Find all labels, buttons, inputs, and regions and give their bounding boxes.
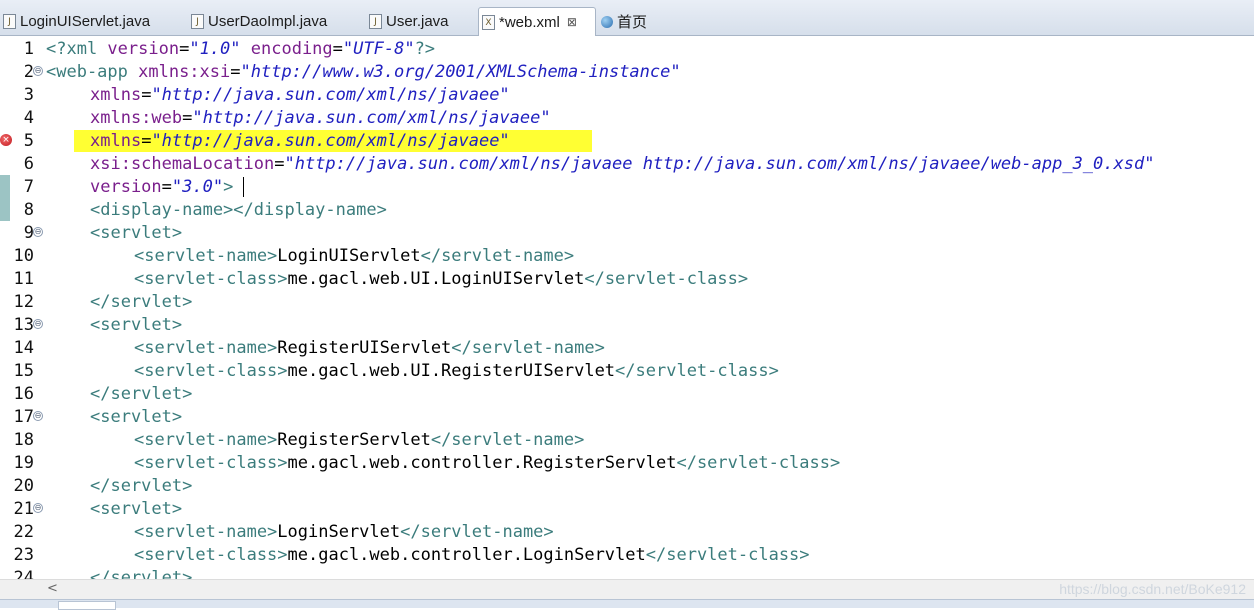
tab-label: UserDaoImpl.java (208, 13, 328, 30)
line-number: 6 (23, 154, 34, 174)
code-line: 19 <servlet-class>me.gacl.web.controller… (0, 452, 1254, 475)
code-text: xmlns="http://java.sun.com/xml/ns/javaee… (90, 131, 510, 151)
code-text: <servlet> (90, 499, 183, 519)
java-file-icon: J (369, 14, 382, 29)
code-line: 10 <servlet-name>LoginUIServlet</servlet… (0, 245, 1254, 268)
line-number: 16 (13, 384, 34, 404)
line-number: 3 (23, 85, 34, 105)
line-number: 23 (13, 545, 34, 565)
globe-icon (601, 15, 613, 28)
bottom-tab[interactable] (58, 601, 116, 610)
tab-userdaoimpl[interactable]: J UserDaoImpl.java (188, 8, 360, 35)
line-number: 22 (13, 522, 34, 542)
editor-tab-bar: J LoginUIServlet.java J UserDaoImpl.java… (0, 0, 1254, 36)
code-line: 8 <display-name></display-name> (0, 199, 1254, 222)
code-text: </servlet> (90, 384, 193, 404)
code-line: 21 ⊖ <servlet> (0, 498, 1254, 521)
code-line: 3 xmlns="http://java.sun.com/xml/ns/java… (0, 84, 1254, 107)
code-line: 16 </servlet> (0, 383, 1254, 406)
code-text: <servlet-name>LoginUIServlet</servlet-na… (134, 246, 575, 266)
code-text: </servlet> (90, 292, 193, 312)
code-text: <servlet-name>LoginServlet</servlet-name… (134, 522, 554, 542)
fold-icon[interactable]: ⊖ (33, 66, 43, 76)
code-text: xmlns="http://java.sun.com/xml/ns/javaee… (90, 85, 510, 105)
code-text: <servlet-name>RegisterServlet</servlet-n… (134, 430, 585, 450)
line-number: 19 (13, 453, 34, 473)
line-number: 9 (23, 223, 34, 243)
line-number: 21 (13, 499, 34, 519)
code-line: 23 <servlet-class>me.gacl.web.controller… (0, 544, 1254, 567)
code-line: 11 <servlet-class>me.gacl.web.UI.LoginUI… (0, 268, 1254, 291)
fold-icon[interactable]: ⊖ (33, 503, 43, 513)
line-number: 24 (13, 568, 34, 579)
line-number: 1 (23, 39, 34, 59)
line-number: 2 (23, 62, 34, 82)
code-text: <servlet-class>me.gacl.web.UI.LoginUISer… (134, 269, 749, 289)
line-number: 8 (23, 200, 34, 220)
code-line: 13 ⊖ <servlet> (0, 314, 1254, 337)
code-line: 24 </servlet> (0, 567, 1254, 579)
xml-editor[interactable]: 1 <?xml version="1.0" encoding="UTF-8"?>… (0, 36, 1254, 579)
line-number: 18 (13, 430, 34, 450)
fold-icon[interactable]: ⊖ (33, 319, 43, 329)
tab-label: User.java (386, 13, 449, 30)
code-text: <servlet> (90, 223, 183, 243)
code-text: <servlet-name>RegisterUIServlet</servlet… (134, 338, 605, 358)
xml-file-icon: X (482, 14, 495, 30)
java-file-icon: J (3, 14, 16, 29)
close-icon[interactable]: ⊠ (567, 15, 577, 29)
line-number: 13 (13, 315, 34, 335)
code-line: 15 <servlet-class>me.gacl.web.UI.Registe… (0, 360, 1254, 383)
tab-user[interactable]: J User.java (366, 8, 478, 35)
line-number: 15 (13, 361, 34, 381)
line-number: 12 (13, 292, 34, 312)
code-line: 22 <servlet-name>LoginServlet</servlet-n… (0, 521, 1254, 544)
code-line-error: × 5 xmlns="http://java.sun.com/xml/ns/ja… (0, 130, 1254, 153)
line-number: 4 (23, 108, 34, 128)
code-line: 14 <servlet-name>RegisterUIServlet</serv… (0, 337, 1254, 360)
code-text: xsi:schemaLocation="http://java.sun.com/… (90, 154, 1155, 174)
line-number: 10 (13, 246, 34, 266)
code-text: <servlet> (90, 407, 183, 427)
code-text: <servlet-class>me.gacl.web.UI.RegisterUI… (134, 361, 779, 381)
code-line: 18 <servlet-name>RegisterServlet</servle… (0, 429, 1254, 452)
code-text: <?xml version="1.0" encoding="UTF-8"?> (46, 39, 436, 59)
line-number: 11 (13, 269, 34, 289)
scroll-left-arrow-icon[interactable]: < (47, 581, 58, 596)
line-number: 17 (13, 407, 34, 427)
text-caret (243, 177, 244, 197)
tab-loginuiservlet[interactable]: J LoginUIServlet.java (0, 8, 186, 35)
tab-label: *web.xml (499, 13, 560, 31)
fold-icon[interactable]: ⊖ (33, 411, 43, 421)
code-line: 4 xmlns:web="http://java.sun.com/xml/ns/… (0, 107, 1254, 130)
java-file-icon: J (191, 14, 204, 29)
code-line: 7 version="3.0"> (0, 176, 1254, 199)
line-number: 14 (13, 338, 34, 358)
code-text: <servlet> (90, 315, 183, 335)
tab-label: 首页 (617, 14, 648, 31)
code-text: <web-app xmlns:xsi="http://www.w3.org/20… (46, 62, 681, 82)
code-text: </servlet> (90, 568, 193, 579)
code-text: </servlet> (90, 476, 193, 496)
code-line: 9 ⊖ <servlet> (0, 222, 1254, 245)
tab-home[interactable]: 首页 (598, 8, 668, 35)
line-number: 5 (23, 131, 34, 151)
code-text: <display-name></display-name> (90, 200, 387, 220)
code-line: 2 ⊖ <web-app xmlns:xsi="http://www.w3.or… (0, 61, 1254, 84)
code-text: <servlet-class>me.gacl.web.controller.Lo… (134, 545, 810, 565)
code-text: xmlns:web="http://java.sun.com/xml/ns/ja… (90, 108, 551, 128)
line-number: 7 (23, 177, 34, 197)
code-text: <servlet-class>me.gacl.web.controller.Re… (134, 453, 841, 473)
code-line: 20 </servlet> (0, 475, 1254, 498)
code-line: 1 <?xml version="1.0" encoding="UTF-8"?> (0, 38, 1254, 61)
watermark: https://blog.csdn.net/BoKe912 (1059, 581, 1246, 597)
code-line: 17 ⊖ <servlet> (0, 406, 1254, 429)
code-line: 12 </servlet> (0, 291, 1254, 314)
code-line: 6 xsi:schemaLocation="http://java.sun.co… (0, 153, 1254, 176)
code-text: version="3.0"> (90, 177, 234, 197)
tab-label: LoginUIServlet.java (20, 13, 151, 30)
fold-icon[interactable]: ⊖ (33, 227, 43, 237)
line-number: 20 (13, 476, 34, 496)
tab-web-xml[interactable]: X *web.xml ⊠ (478, 7, 596, 36)
